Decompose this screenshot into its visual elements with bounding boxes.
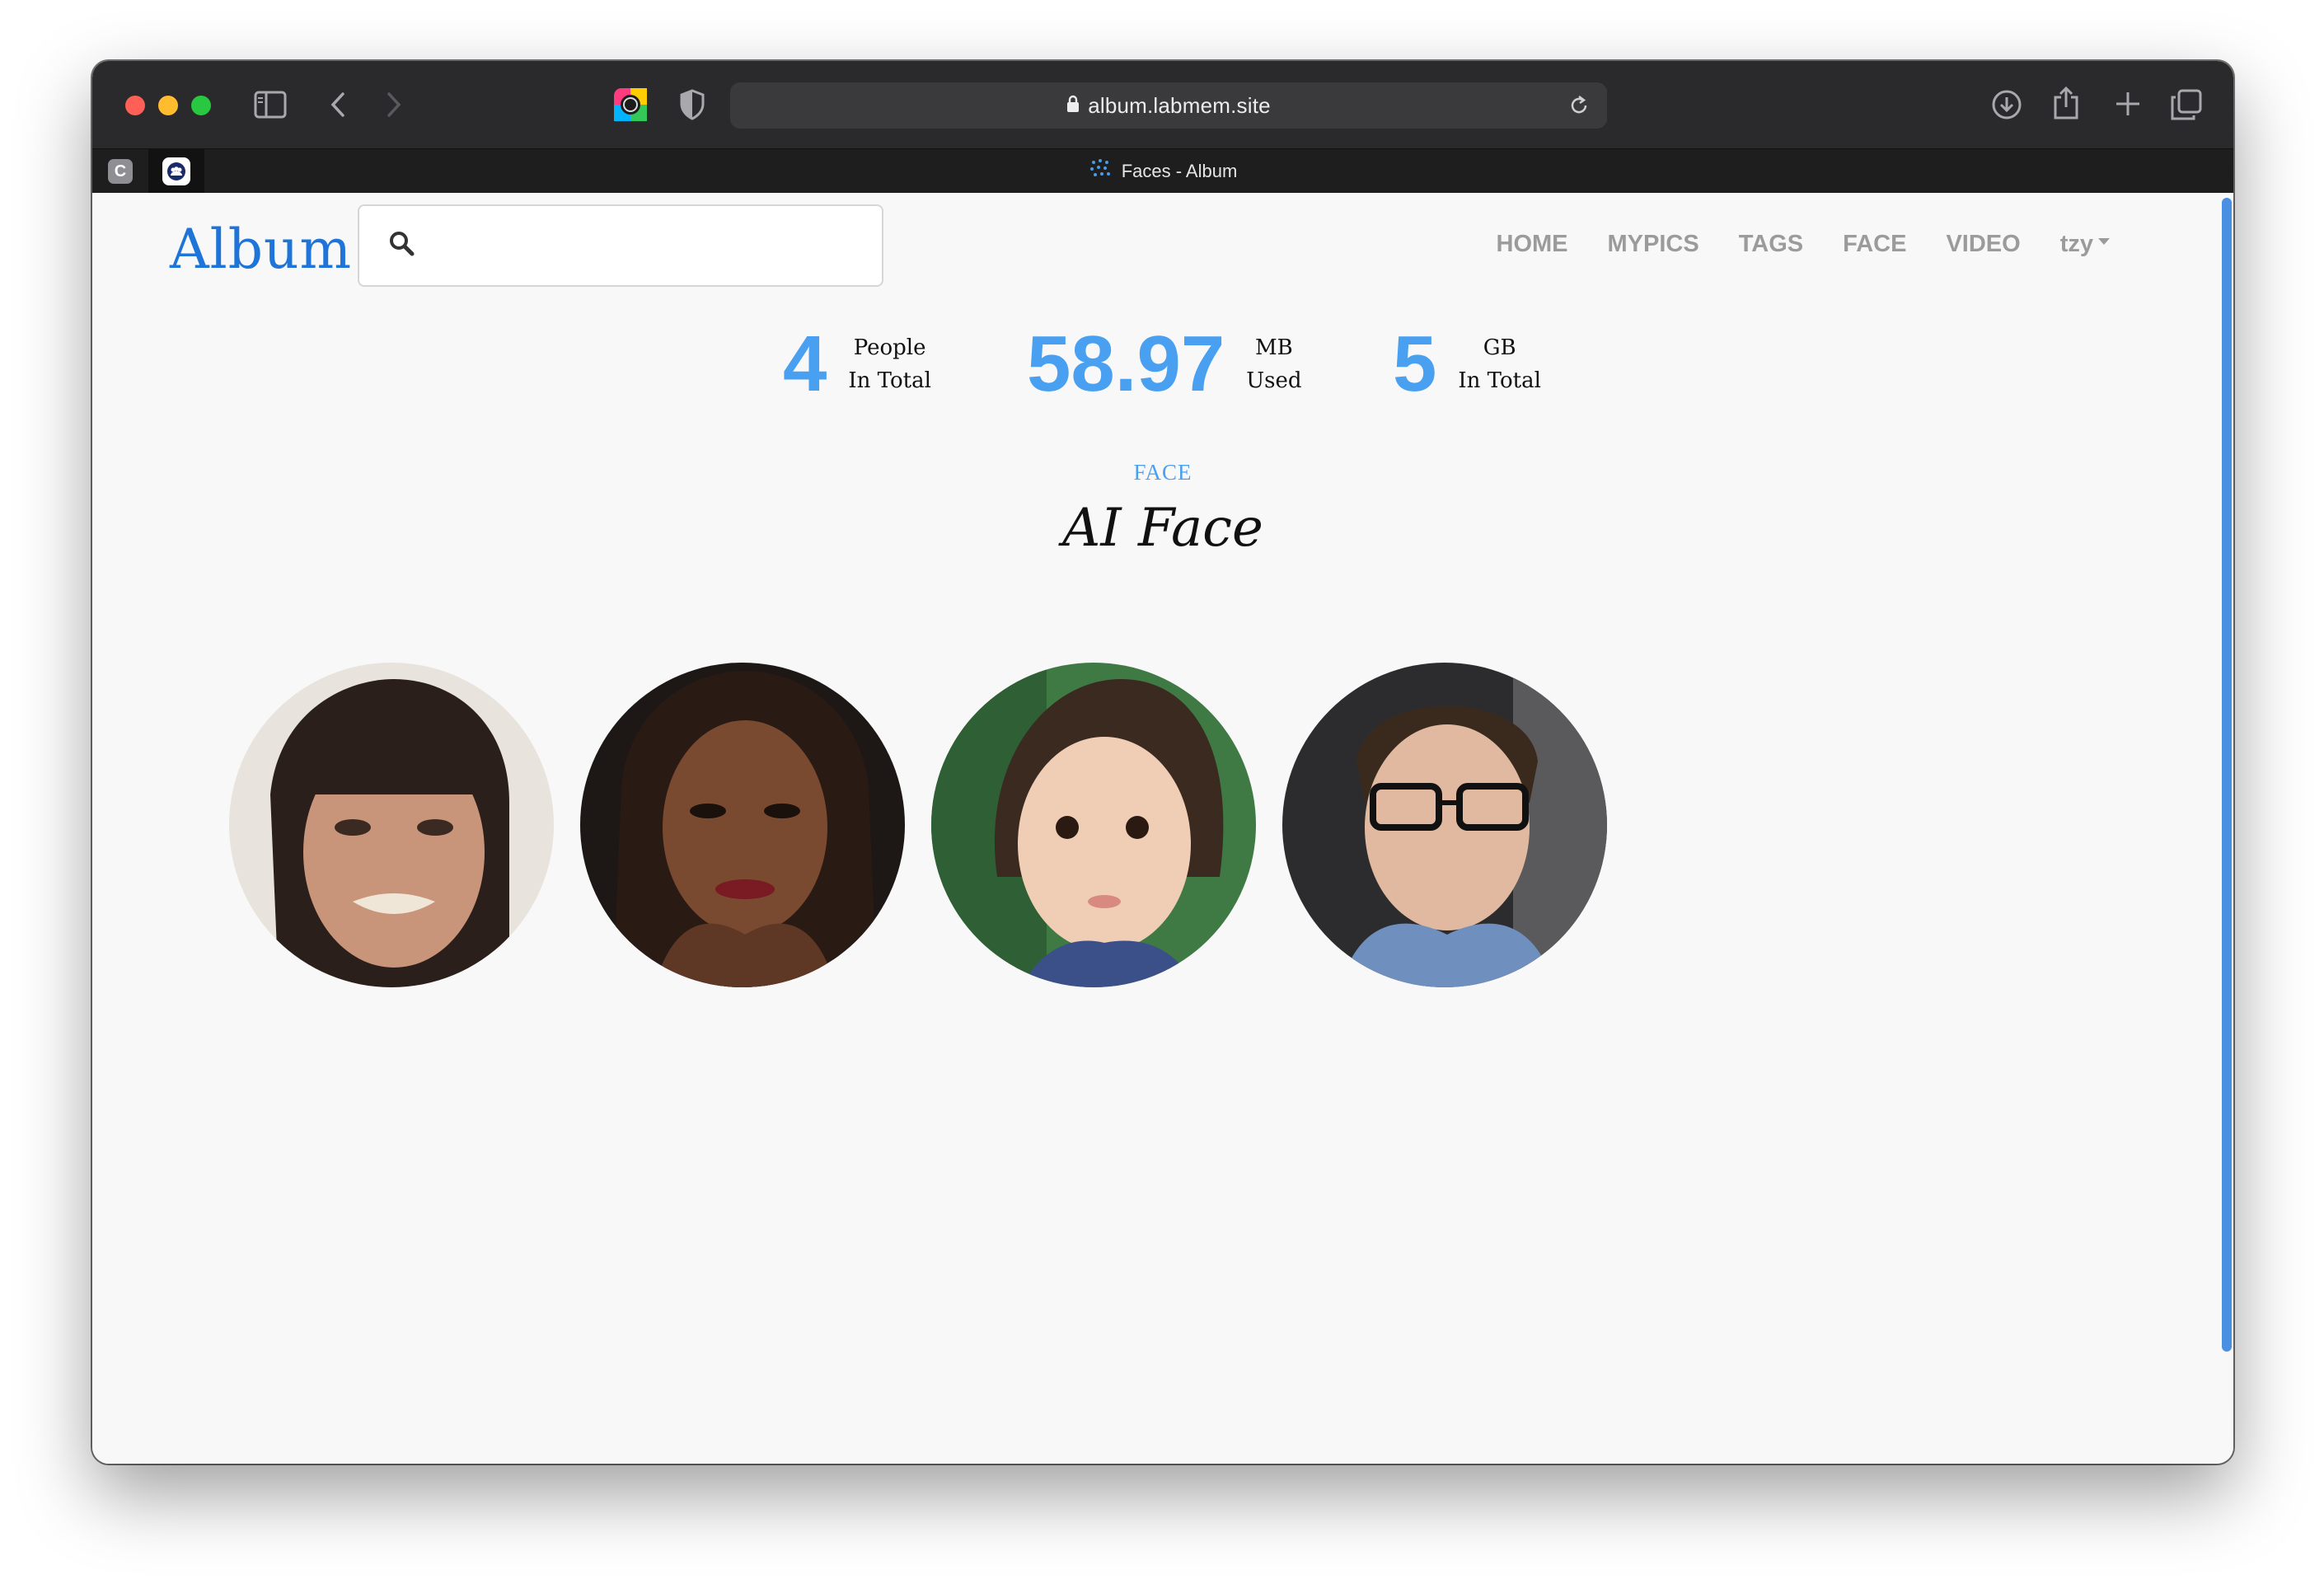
browser-window: album.labmem.site C Faces - Album Album … [92, 61, 2233, 1464]
sidebar-icon[interactable] [254, 91, 287, 119]
stat-total: 5 GB In Total [1393, 325, 1541, 404]
reload-icon[interactable] [1567, 94, 1591, 121]
address-bar[interactable]: album.labmem.site [730, 82, 1607, 129]
stat-value: 5 [1393, 320, 1437, 408]
forward-icon[interactable] [384, 91, 404, 119]
stat-label-line1: People [853, 335, 926, 360]
nav-tags[interactable]: TAGS [1739, 231, 1803, 258]
section-title: AI Face [1062, 498, 1263, 559]
share-icon[interactable] [2052, 86, 2080, 120]
nav-face[interactable]: FACE [1843, 231, 1906, 258]
stat-label: MB Used [1246, 331, 1301, 397]
nav-mypics[interactable]: MYPICS [1608, 231, 1699, 258]
nav-video[interactable]: VIDEO [1946, 231, 2020, 258]
stat-label: GB In Total [1458, 331, 1541, 397]
face-thumbnail[interactable] [229, 663, 554, 987]
new-tab-icon[interactable] [2115, 91, 2141, 117]
downloads-icon[interactable] [1991, 89, 2022, 120]
stat-label-line2: In Total [1458, 368, 1541, 393]
browser-toolbar: album.labmem.site [92, 61, 2233, 148]
minimize-window-button[interactable] [158, 96, 178, 115]
close-window-button[interactable] [125, 96, 145, 115]
stat-label-line2: In Total [848, 368, 931, 393]
active-tab[interactable]: Faces - Album [92, 149, 2233, 194]
tab-bar: C Faces - Album [92, 148, 2233, 194]
stat-value: 58.97 [1027, 320, 1225, 408]
stat-label-line2: Used [1246, 368, 1302, 393]
zoom-window-button[interactable] [191, 96, 211, 115]
tab-title-text: Faces - Album [1121, 161, 1238, 181]
stat-value: 4 [783, 320, 827, 408]
user-menu[interactable]: tzy [2060, 231, 2110, 258]
extension-color-icon[interactable] [613, 87, 648, 122]
face-grid [229, 663, 1633, 987]
page-scrollbar[interactable] [2222, 198, 2232, 1352]
stat-label-line1: MB [1255, 335, 1293, 360]
tab-overview-icon[interactable] [2171, 89, 2202, 120]
page-content: Album HOME MYPICS TAGS FACE VIDEO tzy 4 … [92, 193, 2233, 1464]
caret-down-icon [2098, 238, 2110, 246]
search-box[interactable] [358, 204, 883, 287]
search-icon [389, 231, 415, 261]
dots-favicon-icon [1089, 157, 1112, 185]
stat-label-line1: GB [1483, 335, 1516, 360]
face-thumbnail[interactable] [1282, 663, 1607, 987]
back-icon[interactable] [328, 91, 348, 119]
stat-people: 4 People In Total [783, 325, 931, 404]
search-input[interactable] [433, 223, 865, 272]
face-thumbnail[interactable] [931, 663, 1256, 987]
section-label: FACE [1133, 460, 1192, 485]
lock-icon [1066, 95, 1080, 117]
user-name: tzy [2059, 231, 2093, 257]
url-text: album.labmem.site [1088, 92, 1271, 118]
stat-used: 58.97 MB Used [1027, 325, 1302, 404]
privacy-shield-icon[interactable] [679, 89, 705, 120]
face-thumbnail[interactable] [580, 663, 905, 987]
stat-label: People In Total [848, 331, 931, 397]
nav-home[interactable]: HOME [1497, 231, 1568, 258]
main-nav: HOME MYPICS TAGS FACE VIDEO tzy [1457, 231, 2110, 258]
site-logo[interactable]: Album [170, 218, 352, 281]
